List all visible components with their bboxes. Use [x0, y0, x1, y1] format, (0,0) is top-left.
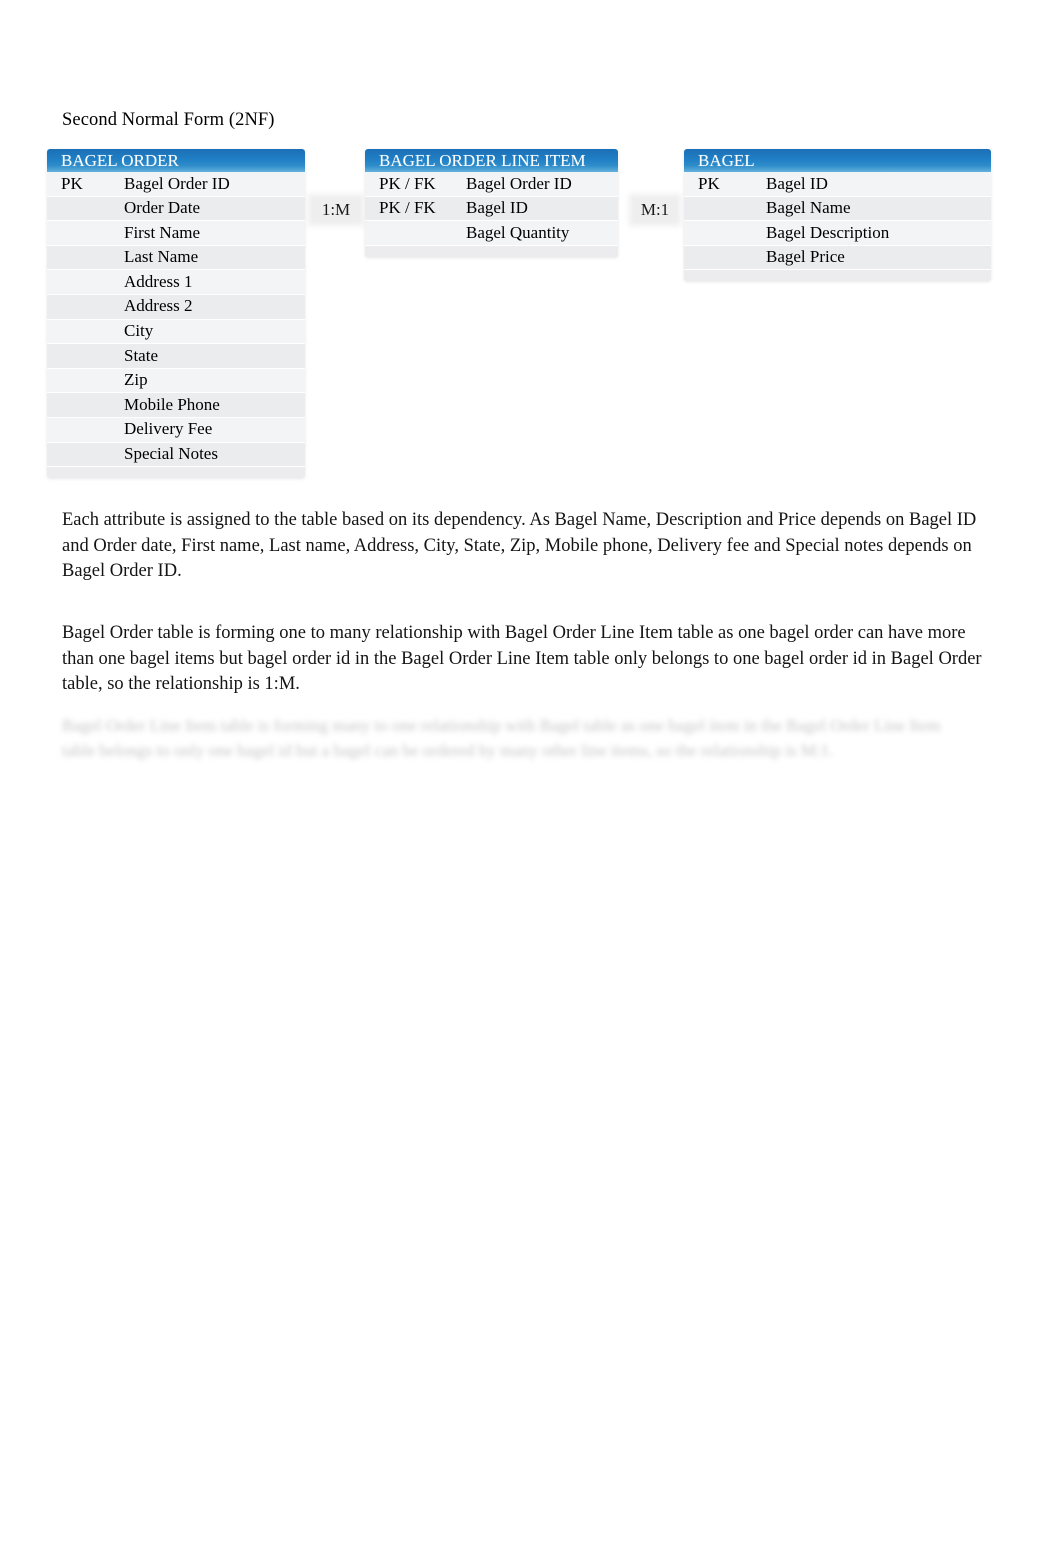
attribute-row: Order Date [47, 196, 305, 222]
entity-footer [47, 467, 305, 479]
attribute-row: Address 2 [47, 294, 305, 320]
attribute-name: Bagel Description [766, 222, 890, 242]
attribute-row: Bagel Description [684, 221, 991, 246]
attribute-row: PK / FK Bagel Order ID [365, 172, 618, 197]
entity-bagel[interactable]: BAGEL PK Bagel ID Bagel Name Bagel Descr… [684, 149, 991, 282]
attribute-row: Last Name [47, 245, 305, 271]
entity-footer [684, 270, 991, 282]
attribute-name: First Name [124, 222, 201, 242]
attribute-key: PK [698, 173, 720, 193]
attribute-name: Bagel Name [766, 198, 851, 218]
entity-bagel-order-attributes: PK Bagel Order ID Order Date First Name … [47, 172, 305, 468]
attribute-name: Delivery Fee [124, 419, 213, 439]
attribute-row: Mobile Phone [47, 393, 305, 418]
attribute-name: Address 1 [124, 271, 193, 291]
attribute-key: PK / FK [379, 198, 436, 218]
entity-bagel-order-line-item-attributes: PK / FK Bagel Order ID PK / FK Bagel ID … [365, 172, 618, 246]
attribute-row: Bagel Name [684, 196, 991, 222]
attribute-row: PK / FK Bagel ID [365, 196, 618, 222]
relationship-label-many-to-one: M:1 [634, 199, 676, 221]
entity-bagel-order-line-item-title: BAGEL ORDER LINE ITEM [365, 149, 618, 172]
attribute-row: Delivery Fee [47, 417, 305, 443]
entity-bagel-order[interactable]: BAGEL ORDER PK Bagel Order ID Order Date… [47, 149, 305, 479]
attribute-name: Bagel Order ID [466, 173, 572, 193]
attribute-name: Bagel ID [766, 173, 828, 193]
attribute-name: Bagel Order ID [124, 173, 230, 193]
attribute-name: City [124, 321, 154, 341]
attribute-row: State [47, 344, 305, 369]
attribute-row: Special Notes [47, 442, 305, 468]
paragraph-dependency-explanation: Each attribute is assigned to the table … [62, 510, 977, 581]
relationship-label-one-to-many: 1:M [313, 199, 359, 221]
attribute-row: Address 1 [47, 270, 305, 295]
attribute-name: Last Name [124, 247, 199, 267]
attribute-row: City [47, 319, 305, 345]
paragraph-one-to-many-explanation: Bagel Order table is forming one to many… [62, 623, 982, 694]
attribute-row: Zip [47, 368, 305, 394]
attribute-key: PK / FK [379, 173, 436, 193]
attribute-row: First Name [47, 221, 305, 246]
attribute-name: Mobile Phone [124, 394, 220, 414]
attribute-name: Special Notes [124, 444, 218, 464]
document-page: Second Normal Form (2NF) BAGEL ORDER PK … [0, 0, 1062, 1561]
erd-diagram: BAGEL ORDER PK Bagel Order ID Order Date… [0, 0, 1062, 490]
attribute-name: Zip [124, 370, 148, 390]
attribute-name: Bagel ID [466, 198, 528, 218]
entity-footer [365, 245, 618, 257]
attribute-row: PK Bagel ID [684, 172, 991, 197]
attribute-row: Bagel Quantity [365, 221, 618, 246]
entity-bagel-title: BAGEL [684, 149, 991, 172]
attribute-row: Bagel Price [684, 245, 991, 271]
paragraph-blurred-many-to-one: Bagel Order Line Item table is forming m… [62, 716, 941, 760]
attribute-name: Bagel Price [766, 247, 845, 267]
entity-bagel-order-line-item[interactable]: BAGEL ORDER LINE ITEM PK / FK Bagel Orde… [365, 149, 618, 257]
entity-bagel-order-title: BAGEL ORDER [47, 149, 305, 172]
attribute-name: Address 2 [124, 296, 193, 316]
attribute-name: Order Date [124, 198, 200, 218]
entity-bagel-attributes: PK Bagel ID Bagel Name Bagel Description… [684, 172, 991, 271]
attribute-key: PK [61, 173, 83, 193]
attribute-row: PK Bagel Order ID [47, 172, 305, 197]
attribute-name: Bagel Quantity [466, 222, 570, 242]
attribute-name: State [124, 345, 158, 365]
